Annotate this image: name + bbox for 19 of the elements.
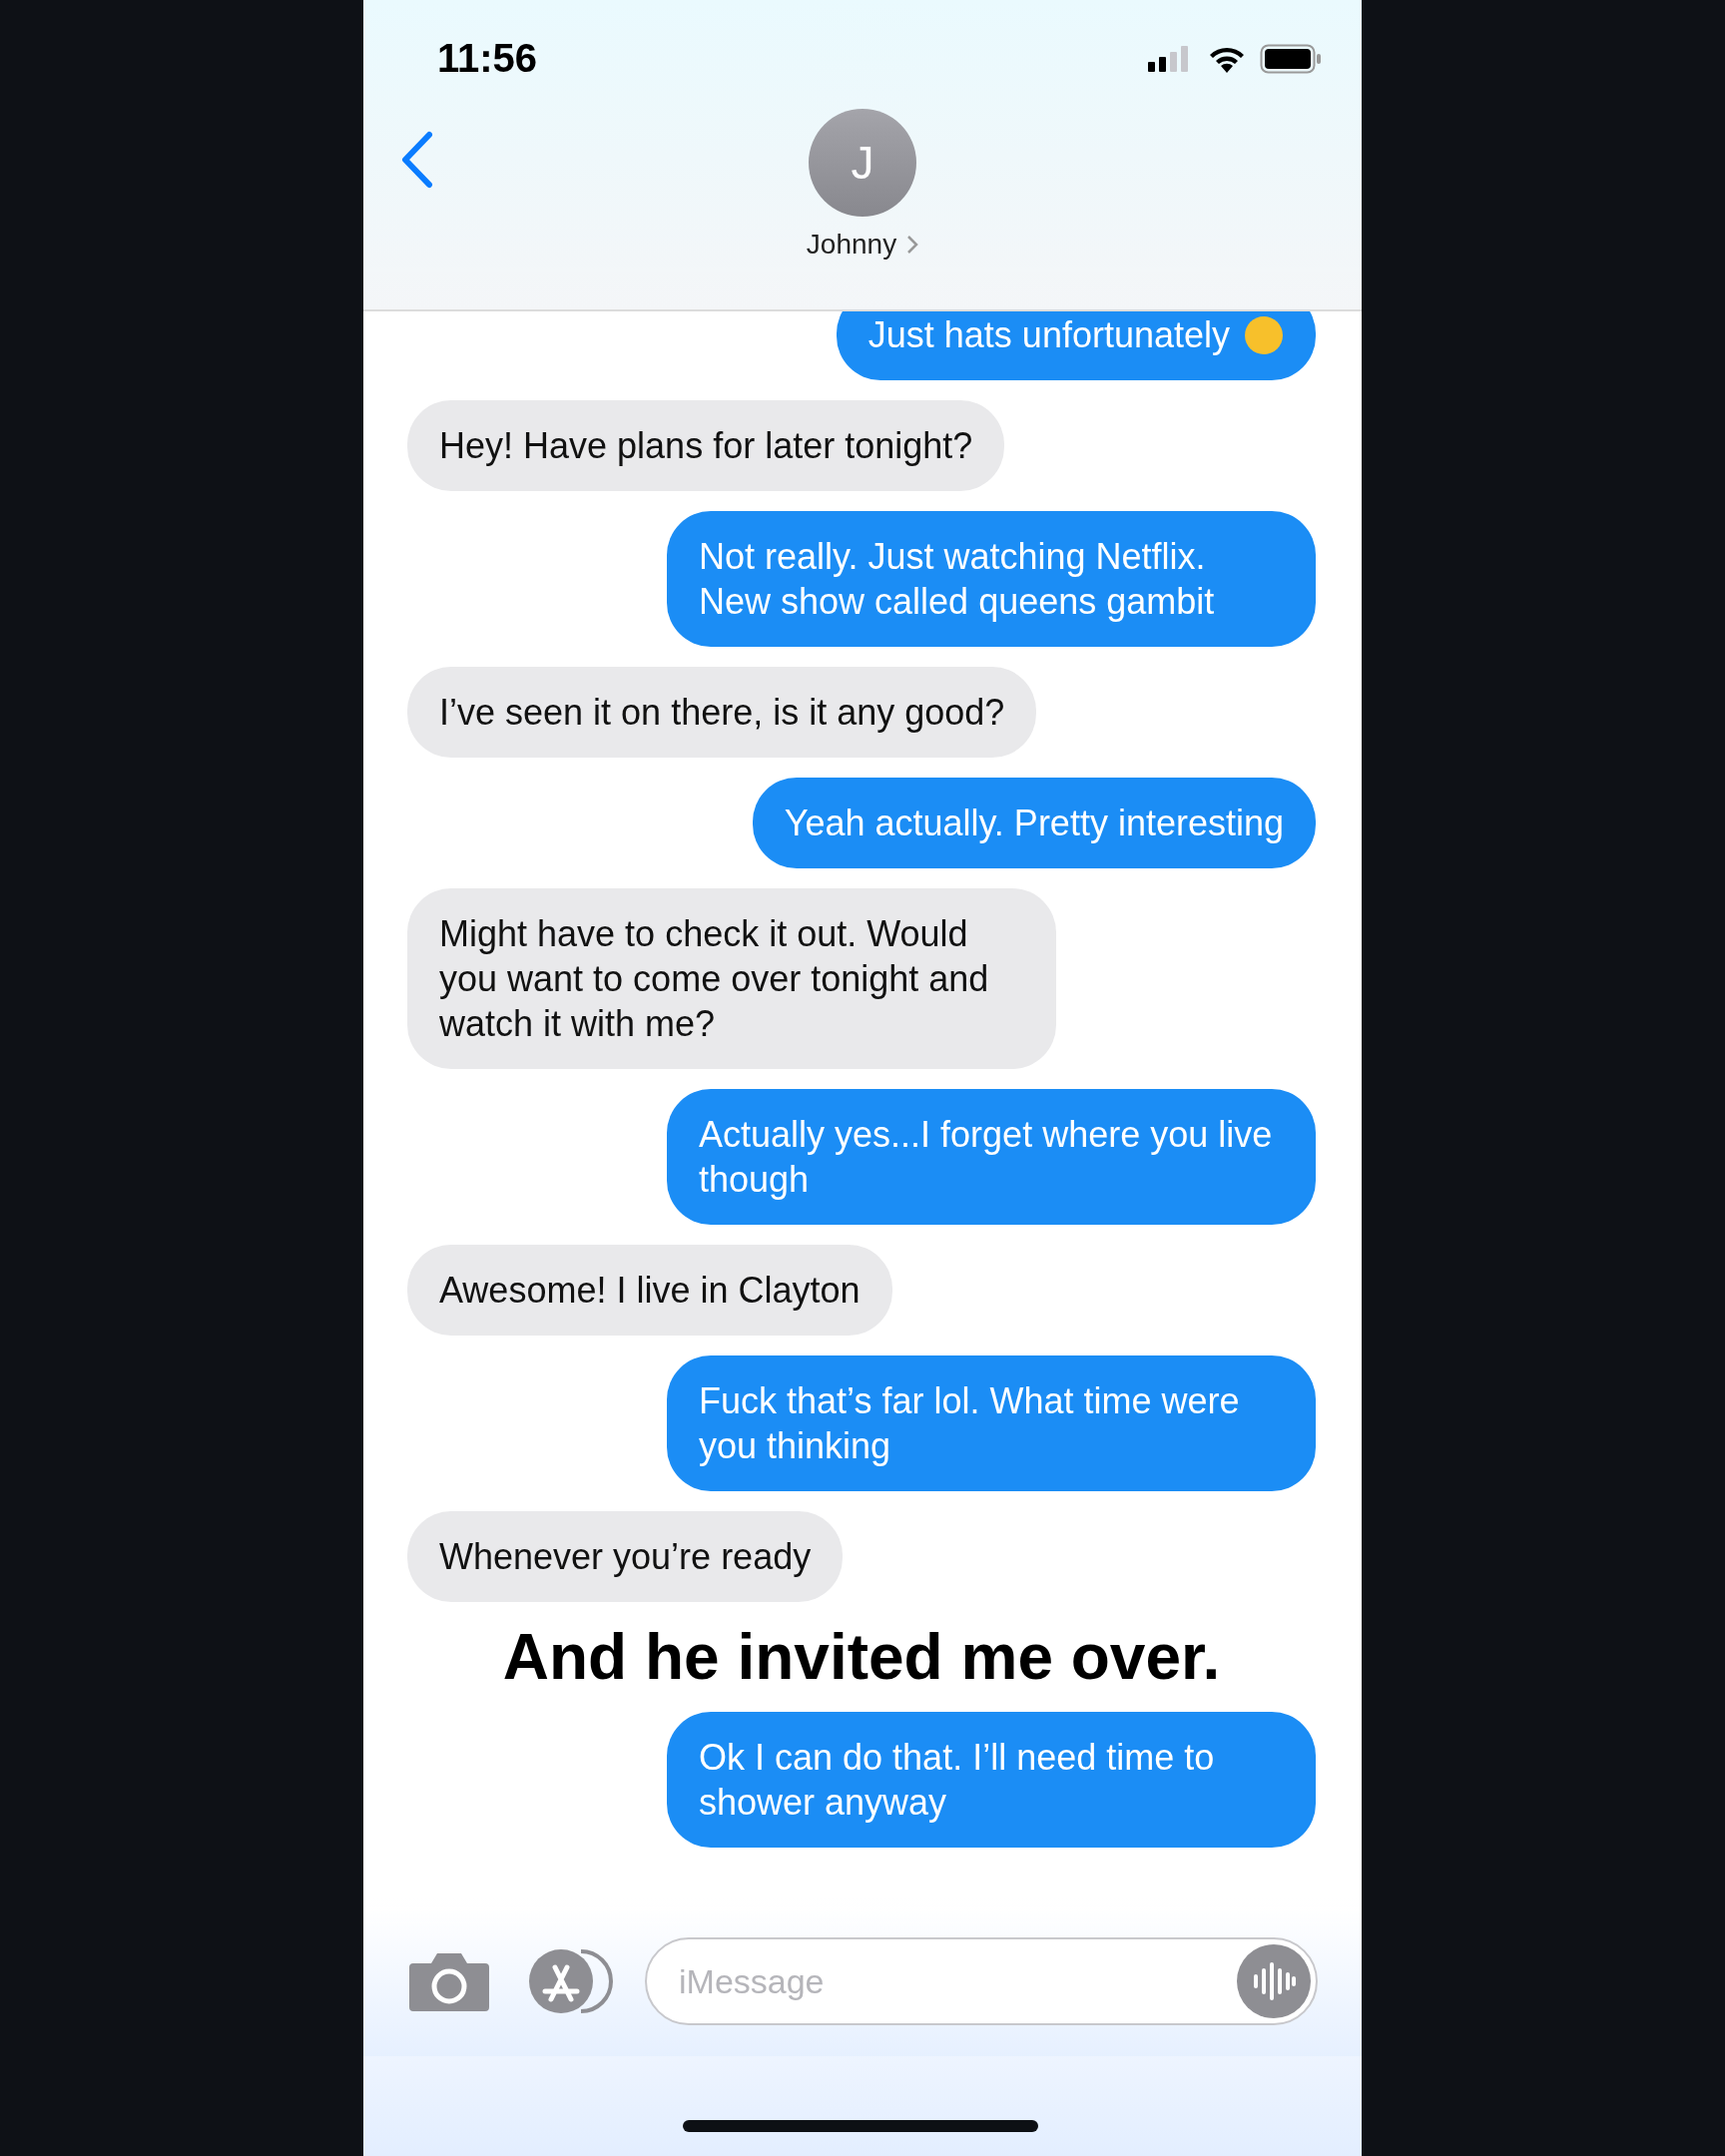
chevron-icon (906, 235, 919, 255)
received-message-bubble: Might have to check it out. Would you want to come over tonight and watch it with me? (407, 888, 1056, 1069)
status-time: 11:56 (437, 36, 538, 81)
sent-message-bubble: Not really. Just watching Netflix. New show called queens gambit (667, 511, 1316, 647)
sent-message-bubble: Just hats unfortunately (836, 311, 1316, 380)
sent-message-bubble: Yeah actually. Pretty interesting (752, 778, 1316, 868)
received-message-bubble: I’ve seen it on there, is it any good? (407, 667, 1037, 758)
back-icon[interactable] (399, 131, 435, 189)
audio-icon[interactable] (1237, 1944, 1311, 2018)
video-caption: And he invited me over. (502, 1622, 1221, 1692)
sent-message-bubble: Fuck that’s far lol. What time were you thinking (667, 1355, 1316, 1491)
received-message-bubble: Hey! Have plans for later tonight? (407, 400, 1005, 491)
sent-message-bubble: Ok I can do that. I’ll need time to shower anyway (667, 1712, 1316, 1848)
received-message-bubble: Whenever you’re ready (407, 1511, 844, 1602)
sent-message-bubble: Actually yes...I forget where you live though (667, 1089, 1316, 1225)
contact-name[interactable]: Johnny (806, 229, 897, 261)
battery-icon (1260, 43, 1322, 74)
message-input-field[interactable]: iMessage (645, 1937, 1318, 2025)
received-message-bubble: Awesome! I live in Clayton (407, 1245, 892, 1336)
